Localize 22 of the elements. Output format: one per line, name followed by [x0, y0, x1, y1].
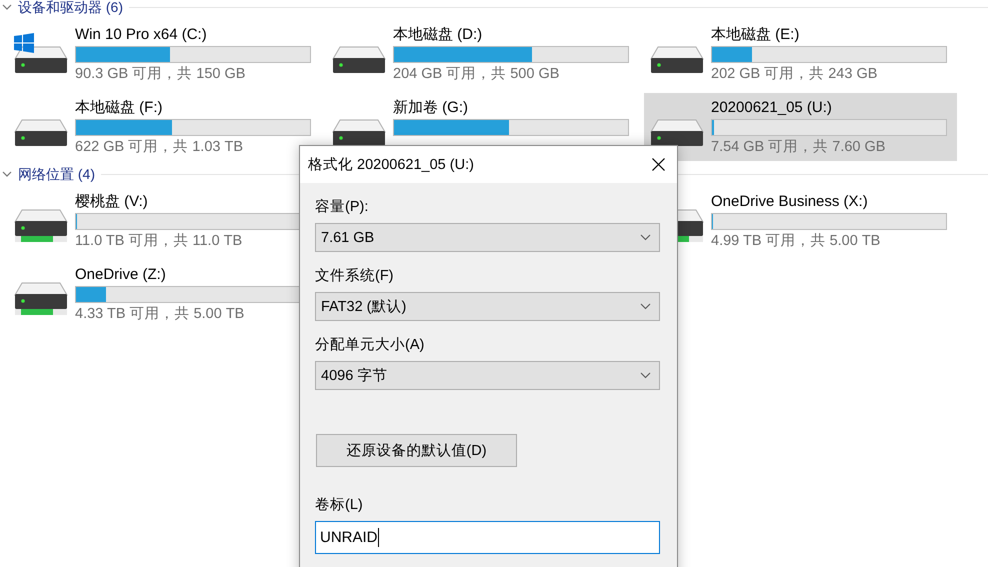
- free-space-text: 4.99 TB 可用，共 5.00 TB: [711, 232, 882, 250]
- dialog-title: 格式化 20200621_05 (U:): [308, 156, 474, 174]
- free-space-text: 4.33 TB 可用，共 5.00 TB: [75, 306, 246, 322]
- free-space-text: 90.3 GB 可用，共 150 GB: [75, 66, 246, 82]
- free-space-text: 622 GB 可用，共 1.03 TB: [75, 138, 244, 156]
- field-label: 卷标(L): [315, 496, 363, 515]
- drive-name: OneDrive Business (X:): [711, 192, 869, 210]
- free-space-text: 7.54 GB 可用，共 7.60 GB: [711, 138, 886, 156]
- free-space-text: 202 GB 可用，共 243 GB: [711, 66, 878, 82]
- field-label: 分配单元大小(A): [315, 336, 424, 355]
- drive-name: 20200621_05 (U:): [711, 98, 833, 116]
- drive-name: 本地磁盘 (F:): [75, 98, 164, 116]
- drive-name: 本地磁盘 (D:): [393, 26, 484, 42]
- drive-name: 本地磁盘 (E:): [711, 26, 800, 42]
- free-space-text: 11.0 TB 可用，共 11.0 TB: [75, 232, 244, 250]
- drive-name: Win 10 Pro x64 (C:): [75, 26, 208, 42]
- drive-name: 新加卷 (G:): [393, 98, 469, 116]
- drive-name: 樱桃盘 (V:): [75, 192, 149, 210]
- free-space-text: 204 GB 可用，共 500 GB: [393, 66, 560, 82]
- field-label: 文件系统(F): [315, 267, 394, 286]
- field-label: 容量(P):: [315, 198, 368, 217]
- drive-name: OneDrive (Z:): [75, 266, 167, 282]
